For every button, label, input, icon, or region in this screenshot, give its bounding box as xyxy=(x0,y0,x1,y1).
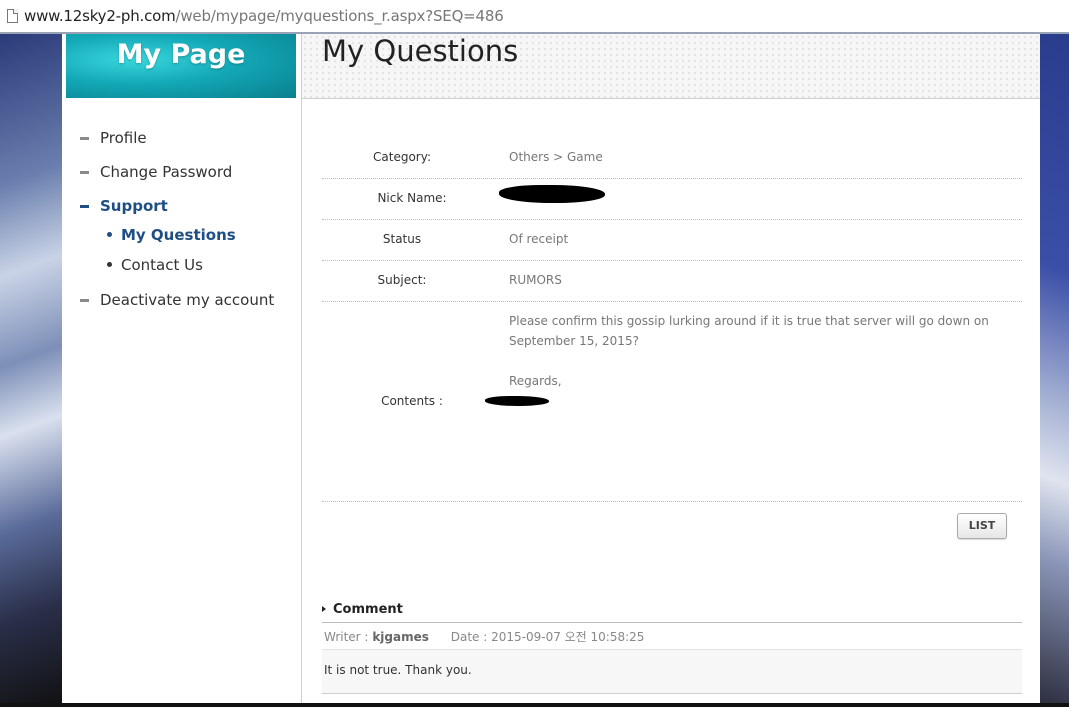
sidebar-item-profile[interactable]: Profile xyxy=(80,129,147,147)
subject-label: Subject: xyxy=(377,273,427,287)
dash-icon xyxy=(80,298,89,302)
banner-title: My Page xyxy=(116,39,246,70)
comment-divider xyxy=(322,622,1022,623)
contents-label: Contents : xyxy=(381,394,443,408)
detail-row-category: Category: Others > Game xyxy=(322,136,1022,179)
address-bar[interactable]: www.12sky2-ph.com/web/mypage/myquestions… xyxy=(0,0,1069,34)
url-text[interactable]: www.12sky2-ph.com/web/mypage/myquestions… xyxy=(24,7,504,25)
comment-meta: Writer : kjgames Date : 2015-09-07 오전 10… xyxy=(324,628,644,645)
bottom-edge xyxy=(0,703,1069,707)
triangle-right-icon xyxy=(322,605,326,612)
sidebar-item-deactivate-account[interactable]: Deactivate my account xyxy=(80,291,274,309)
sidebar-subitem-label: My Questions xyxy=(121,226,236,244)
redacted-nickname xyxy=(499,185,605,203)
bullet-icon xyxy=(107,262,112,267)
dash-icon xyxy=(80,204,89,208)
dash-icon xyxy=(80,170,89,174)
contents-line-2: September 15, 2015? xyxy=(509,334,639,348)
page-header: My Questions xyxy=(302,34,1040,99)
sidebar-item-label: Support xyxy=(100,197,168,215)
sidebar-item-support[interactable]: Support xyxy=(80,197,168,215)
detail-row-subject: Subject: RUMORS xyxy=(322,260,1022,302)
main-content: My Questions Category: Others > Game Nic… xyxy=(302,34,1040,707)
background-art-right xyxy=(1040,34,1069,707)
comment-body: It is not true. Thank you. xyxy=(322,649,1022,694)
category-value: Others > Game xyxy=(509,150,603,164)
sidebar: My Page Profile Change Password Support … xyxy=(62,34,301,707)
comment-date: 2015-09-07 오전 10:58:25 xyxy=(491,630,645,644)
url-path: /web/mypage/myquestions_r.aspx?SEQ=486 xyxy=(175,7,504,25)
status-label: Status xyxy=(382,232,422,246)
writer-label: Writer : xyxy=(324,630,369,644)
bullet-icon xyxy=(107,232,112,237)
subject-value: RUMORS xyxy=(509,273,562,287)
writer-name: kjgames xyxy=(372,630,429,644)
date-label: Date : xyxy=(450,630,488,644)
comment-heading-label: Comment xyxy=(333,602,403,617)
contents-line-3: Regards, xyxy=(509,374,562,388)
sidebar-item-label: Change Password xyxy=(100,163,233,181)
detail-row-contents: Contents : Please confirm this gossip lu… xyxy=(322,301,1022,502)
comment-heading: Comment xyxy=(322,602,403,617)
redacted-signature xyxy=(485,396,549,406)
sidebar-subitem-my-questions[interactable]: My Questions xyxy=(107,226,236,244)
page-title: My Questions xyxy=(322,34,519,68)
url-host: www.12sky2-ph.com xyxy=(24,7,176,25)
dash-icon xyxy=(80,136,89,140)
sidebar-item-label: Profile xyxy=(100,129,147,147)
contents-line-1: Please confirm this gossip lurking aroun… xyxy=(509,314,989,328)
sidebar-item-label: Deactivate my account xyxy=(100,291,275,309)
comment-text: It is not true. Thank you. xyxy=(324,663,472,677)
background-art-left xyxy=(0,34,62,707)
nickname-label: Nick Name: xyxy=(377,191,447,205)
detail-row-nickname: Nick Name: xyxy=(322,178,1022,220)
my-page-banner: My Page xyxy=(66,34,296,98)
sidebar-subitem-contact-us[interactable]: Contact Us xyxy=(107,256,203,274)
list-button[interactable]: LIST xyxy=(957,513,1007,539)
category-label: Category: xyxy=(373,150,431,164)
page-icon xyxy=(7,9,18,23)
detail-row-status: Status Of receipt xyxy=(322,219,1022,261)
sidebar-subitem-label: Contact Us xyxy=(121,256,203,274)
sidebar-item-change-password[interactable]: Change Password xyxy=(80,163,232,181)
status-value: Of receipt xyxy=(509,232,569,246)
